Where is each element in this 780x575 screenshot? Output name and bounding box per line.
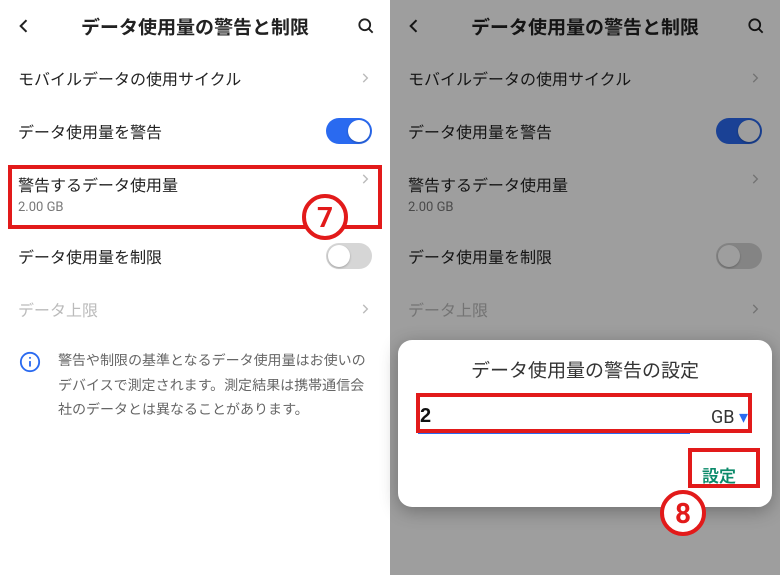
row-warn-amount[interactable]: 警告するデータ使用量 2.00 GB	[390, 158, 780, 229]
search-button[interactable]	[742, 12, 770, 40]
chevron-right-icon	[748, 71, 762, 85]
chevron-right-icon	[358, 71, 372, 85]
search-button[interactable]	[352, 12, 380, 40]
chevron-right-icon	[358, 172, 372, 186]
chevron-right-icon	[748, 302, 762, 316]
row-label: データ上限	[18, 297, 358, 321]
row-label: モバイルデータの使用サイクル	[18, 66, 358, 90]
row-label: データ上限	[408, 297, 748, 321]
header: データ使用量の警告と制限	[0, 0, 390, 52]
row-label: データ使用量を制限	[408, 244, 716, 268]
row-limit-toggle[interactable]: データ使用量を制限	[0, 229, 390, 283]
info-text: 警告や制限の基準となるデータ使用量はお使いのデバイスで測定されます。測定結果は携…	[58, 349, 372, 423]
row-data-cap: データ上限	[390, 283, 780, 335]
warn-toggle[interactable]	[326, 118, 372, 144]
row-subtext: 2.00 GB	[408, 200, 748, 215]
settings-screen-right: データ使用量の警告と制限 モバイルデータの使用サイクル データ使用量を警告 警告…	[390, 0, 780, 575]
row-label: データ使用量を警告	[408, 119, 716, 143]
info-note: 警告や制限の基準となるデータ使用量はお使いのデバイスで測定されます。測定結果は携…	[0, 335, 390, 439]
row-warn-amount[interactable]: 警告するデータ使用量 2.00 GB	[0, 158, 390, 229]
row-limit-toggle[interactable]: データ使用量を制限	[390, 229, 780, 283]
page-title: データ使用量の警告と制限	[38, 13, 352, 40]
warn-amount-dialog: データ使用量の警告の設定 GB ▾ 設定	[398, 340, 772, 507]
chevron-left-icon	[404, 16, 424, 36]
chevron-right-icon	[358, 302, 372, 316]
unit-label: GB	[711, 407, 734, 428]
row-label: 警告するデータ使用量	[18, 172, 358, 196]
row-data-cap: データ上限	[0, 283, 390, 335]
back-button[interactable]	[400, 12, 428, 40]
limit-toggle[interactable]	[716, 243, 762, 269]
page-title: データ使用量の警告と制限	[428, 13, 742, 40]
warn-amount-input[interactable]	[418, 401, 690, 434]
search-icon	[356, 16, 376, 36]
dropdown-triangle-icon: ▾	[739, 407, 748, 428]
row-warn-toggle[interactable]: データ使用量を警告	[0, 104, 390, 158]
row-label: データ使用量を警告	[18, 119, 326, 143]
row-warn-toggle[interactable]: データ使用量を警告	[390, 104, 780, 158]
limit-toggle[interactable]	[326, 243, 372, 269]
row-subtext: 2.00 GB	[18, 200, 358, 215]
header: データ使用量の警告と制限	[390, 0, 780, 52]
dialog-ok-button[interactable]: 設定	[686, 454, 752, 495]
unit-dropdown[interactable]: GB ▾	[690, 407, 752, 428]
settings-screen-left: データ使用量の警告と制限 モバイルデータの使用サイクル データ使用量を警告 警告…	[0, 0, 390, 575]
chevron-left-icon	[14, 16, 34, 36]
search-icon	[746, 16, 766, 36]
info-icon	[18, 351, 42, 375]
dialog-title: データ使用量の警告の設定	[418, 356, 752, 383]
row-label: データ使用量を制限	[18, 244, 326, 268]
row-billing-cycle[interactable]: モバイルデータの使用サイクル	[390, 52, 780, 104]
back-button[interactable]	[10, 12, 38, 40]
row-label: 警告するデータ使用量	[408, 172, 748, 196]
warn-toggle[interactable]	[716, 118, 762, 144]
row-label: モバイルデータの使用サイクル	[408, 66, 748, 90]
dialog-field-row: GB ▾	[418, 401, 752, 434]
row-billing-cycle[interactable]: モバイルデータの使用サイクル	[0, 52, 390, 104]
chevron-right-icon	[748, 172, 762, 186]
